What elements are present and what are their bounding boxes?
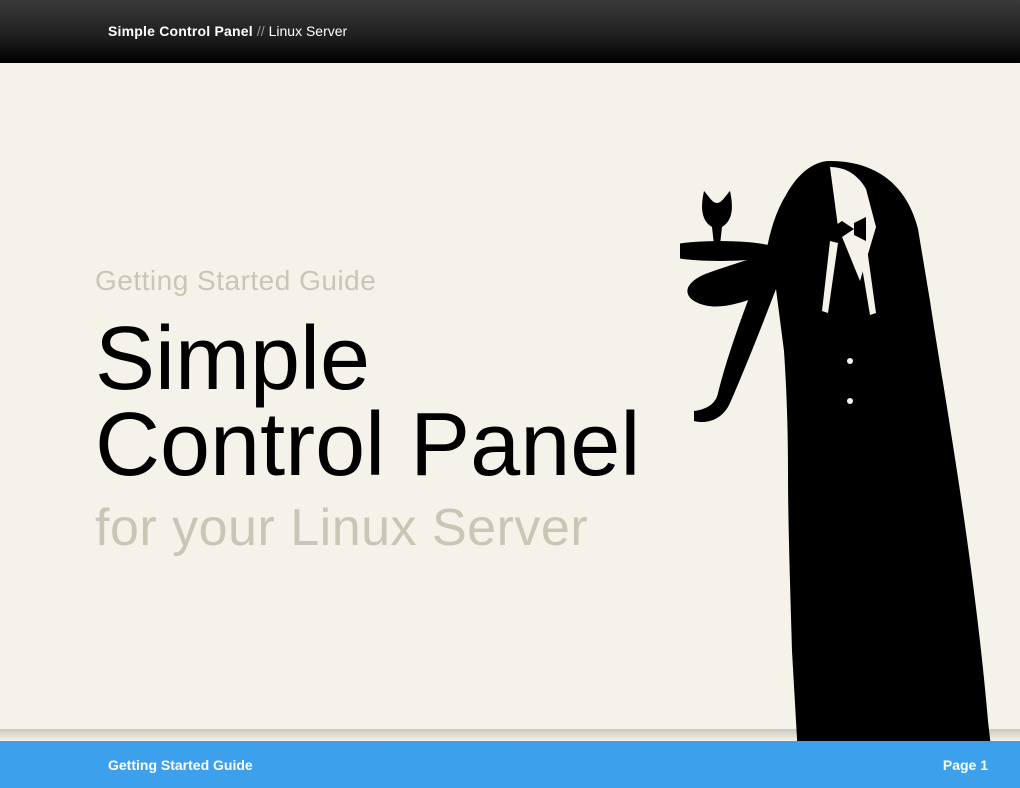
footer-page-number: Page 1 xyxy=(943,757,988,773)
page: Simple Control Panel // Linux Server xyxy=(0,0,1020,788)
butler-silhouette-icon xyxy=(680,111,1020,788)
footer-left-text: Getting Started Guide xyxy=(108,757,253,773)
header-title-bold: Simple Control Panel xyxy=(108,23,253,39)
header-separator: // xyxy=(257,23,265,39)
top-header-bar: Simple Control Panel // Linux Server xyxy=(0,0,1020,63)
hero-title: Simple Control Panel xyxy=(95,317,640,488)
footer-bar: Getting Started Guide Page 1 xyxy=(0,741,1020,788)
hero-subtitle: for your Linux Server xyxy=(95,498,640,558)
footer-shadow xyxy=(0,729,1020,741)
content-area: Getting Started Guide Simple Control Pan… xyxy=(0,63,1020,741)
hero-text-block: Getting Started Guide Simple Control Pan… xyxy=(95,265,640,558)
header-title-sub: Linux Server xyxy=(269,23,348,39)
hero-eyebrow: Getting Started Guide xyxy=(95,265,640,297)
hero-title-line2: Control Panel xyxy=(95,395,640,495)
